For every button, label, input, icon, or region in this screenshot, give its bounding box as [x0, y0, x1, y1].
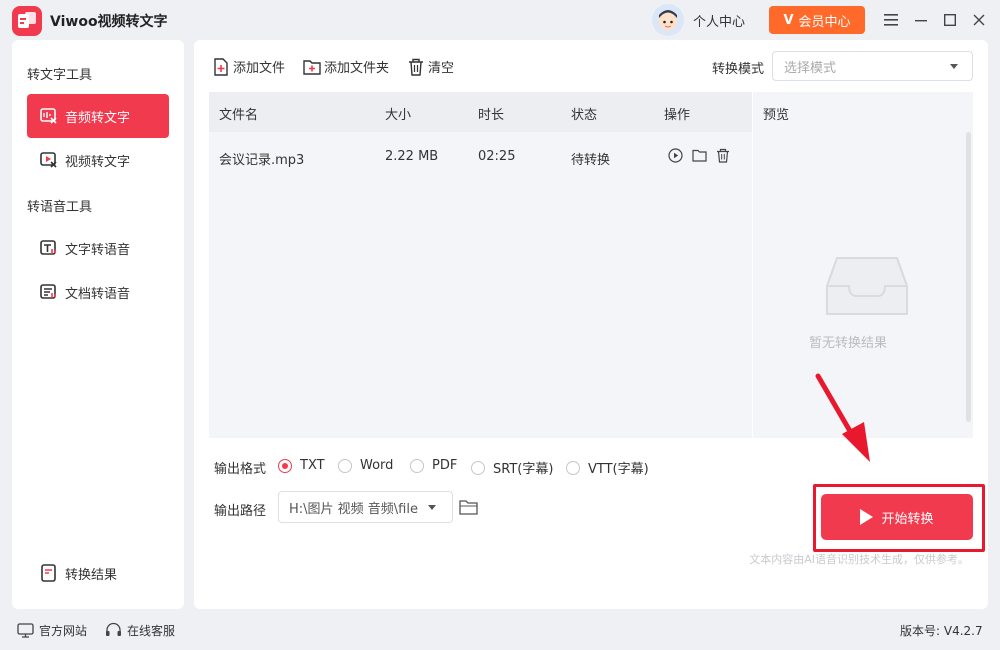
browse-folder-icon[interactable]: [458, 497, 478, 517]
start-convert-label: 开始转换: [881, 511, 934, 527]
format-label-word: Word: [360, 458, 394, 473]
vip-center-button[interactable]: V 会员中心: [769, 6, 865, 34]
column-header-action: 操作: [664, 108, 691, 123]
online-service-link[interactable]: 在线客服: [104, 621, 175, 639]
app-logo-icon: [12, 6, 42, 36]
empty-inbox-icon: [823, 254, 911, 318]
video-text-icon: [39, 150, 59, 170]
clear-label: 清空: [428, 61, 455, 76]
main-panel: 添加文件 添加文件夹 清空 转换模式 选择模式 文件名 大小 时长 状态 操作 …: [194, 40, 988, 609]
format-radio-txt[interactable]: TXT: [278, 458, 325, 473]
format-radio-word[interactable]: Word: [338, 458, 393, 473]
sidebar-item-label: 视频转文字: [65, 154, 131, 170]
maximize-icon[interactable]: [940, 10, 960, 30]
path-label: 输出路径: [214, 504, 267, 519]
add-file-button[interactable]: 添加文件: [212, 57, 285, 76]
column-header-duration: 时长: [478, 108, 505, 123]
trash-icon: [407, 58, 425, 76]
add-folder-label: 添加文件夹: [324, 61, 390, 76]
radio-dot: [338, 458, 352, 473]
format-label-srt: SRT(字幕): [493, 462, 554, 477]
user-center-link[interactable]: 个人中心: [693, 11, 745, 30]
avatar[interactable]: [652, 4, 684, 36]
delete-icon[interactable]: [714, 146, 732, 164]
sidebar-item-doc-to-speech[interactable]: 文档转语音: [27, 270, 169, 314]
add-folder-icon: [303, 58, 321, 76]
ai-disclaimer: 文本内容由AI语音识别技术生成，仅供参考。: [749, 553, 969, 566]
add-file-label: 添加文件: [233, 61, 286, 76]
play-triangle-icon: [860, 509, 874, 525]
text-speech-icon: [39, 238, 59, 258]
preview-scrollbar[interactable]: [966, 132, 971, 422]
radio-dot: [566, 460, 580, 475]
annotation-arrow-icon: [815, 373, 870, 462]
chevron-down-icon: [428, 505, 436, 510]
official-website-label: 官方网站: [39, 623, 88, 638]
radio-dot: [278, 458, 292, 473]
format-label-vtt: VTT(字幕): [588, 462, 649, 477]
sidebar-item-label: 文字转语音: [65, 242, 131, 258]
output-path-value: H:\图片 视频 音频\file: [289, 501, 418, 517]
title-bar: Viwoo视频转文字 个人中心 V 会员中心: [0, 0, 1000, 40]
preview-title: 预览: [763, 108, 790, 123]
format-radio-pdf[interactable]: PDF: [410, 458, 457, 473]
format-radio-srt[interactable]: SRT(字幕): [471, 458, 553, 477]
doc-speech-icon: [39, 282, 59, 302]
add-file-icon: [212, 57, 230, 76]
format-label-txt: TXT: [300, 458, 325, 473]
audio-text-icon: [39, 106, 59, 126]
folder-icon[interactable]: [690, 146, 708, 164]
format-radio-vtt[interactable]: VTT(字幕): [566, 458, 649, 477]
vip-mark: V: [783, 12, 794, 28]
table-header: 文件名 大小 时长 状态 操作: [209, 92, 752, 132]
app-title: Viwoo视频转文字: [50, 14, 168, 30]
mode-placeholder: 选择模式: [784, 60, 837, 76]
format-label-pdf: PDF: [432, 458, 458, 473]
headset-icon: [104, 621, 122, 639]
output-path-select[interactable]: H:\图片 视频 音频\file: [278, 491, 453, 523]
sidebar: 转文字工具 音频转文字 视频转文字 转语音工具 文字转语音 文档转语音 转换结果: [12, 40, 184, 609]
sidebar-item-label: 转换结果: [65, 567, 118, 583]
format-label: 输出格式: [214, 462, 267, 477]
add-folder-button[interactable]: 添加文件夹: [303, 57, 389, 76]
clear-button[interactable]: 清空: [407, 57, 454, 76]
sidebar-item-audio-to-text[interactable]: 音频转文字: [27, 94, 169, 138]
sidebar-item-text-to-speech[interactable]: 文字转语音: [27, 226, 169, 270]
play-icon[interactable]: [666, 146, 684, 164]
radio-dot: [471, 460, 485, 475]
minimize-icon[interactable]: [911, 10, 931, 30]
close-icon[interactable]: [969, 10, 989, 30]
radio-dot: [410, 458, 424, 473]
start-convert-button[interactable]: 开始转换: [821, 494, 973, 540]
sidebar-item-results[interactable]: 转换结果: [27, 551, 169, 595]
vip-center-label: 会员中心: [798, 14, 851, 30]
result-doc-icon: [39, 563, 59, 583]
monitor-icon: [16, 621, 34, 639]
file-name: 会议记录.mp3: [219, 153, 305, 168]
empty-result-text: 暂无转换结果: [808, 336, 887, 351]
version-text: 版本号: V4.2.7: [900, 624, 983, 638]
online-service-label: 在线客服: [127, 623, 176, 638]
sidebar-group-speech-tools: 转语音工具: [27, 200, 93, 215]
file-size: 2.22 MB: [385, 149, 439, 164]
sidebar-group-text-tools: 转文字工具: [27, 68, 93, 83]
mode-label: 转换模式: [712, 62, 765, 77]
file-table: 文件名 大小 时长 状态 操作 会议记录.mp3 2.22 MB 02:25 待…: [209, 92, 752, 438]
sidebar-item-label: 文档转语音: [65, 286, 131, 302]
column-header-size: 大小: [385, 108, 412, 123]
official-website-link[interactable]: 官方网站: [16, 621, 87, 639]
column-header-status: 状态: [571, 108, 598, 123]
chevron-down-icon: [950, 64, 958, 69]
sidebar-item-video-to-text[interactable]: 视频转文字: [27, 138, 169, 182]
file-status: 待转换: [571, 153, 611, 168]
column-header-name: 文件名: [219, 108, 259, 123]
file-duration: 02:25: [478, 149, 516, 164]
mode-select[interactable]: 选择模式: [772, 51, 973, 81]
sidebar-item-label: 音频转文字: [65, 110, 131, 126]
menu-icon[interactable]: [881, 10, 901, 30]
